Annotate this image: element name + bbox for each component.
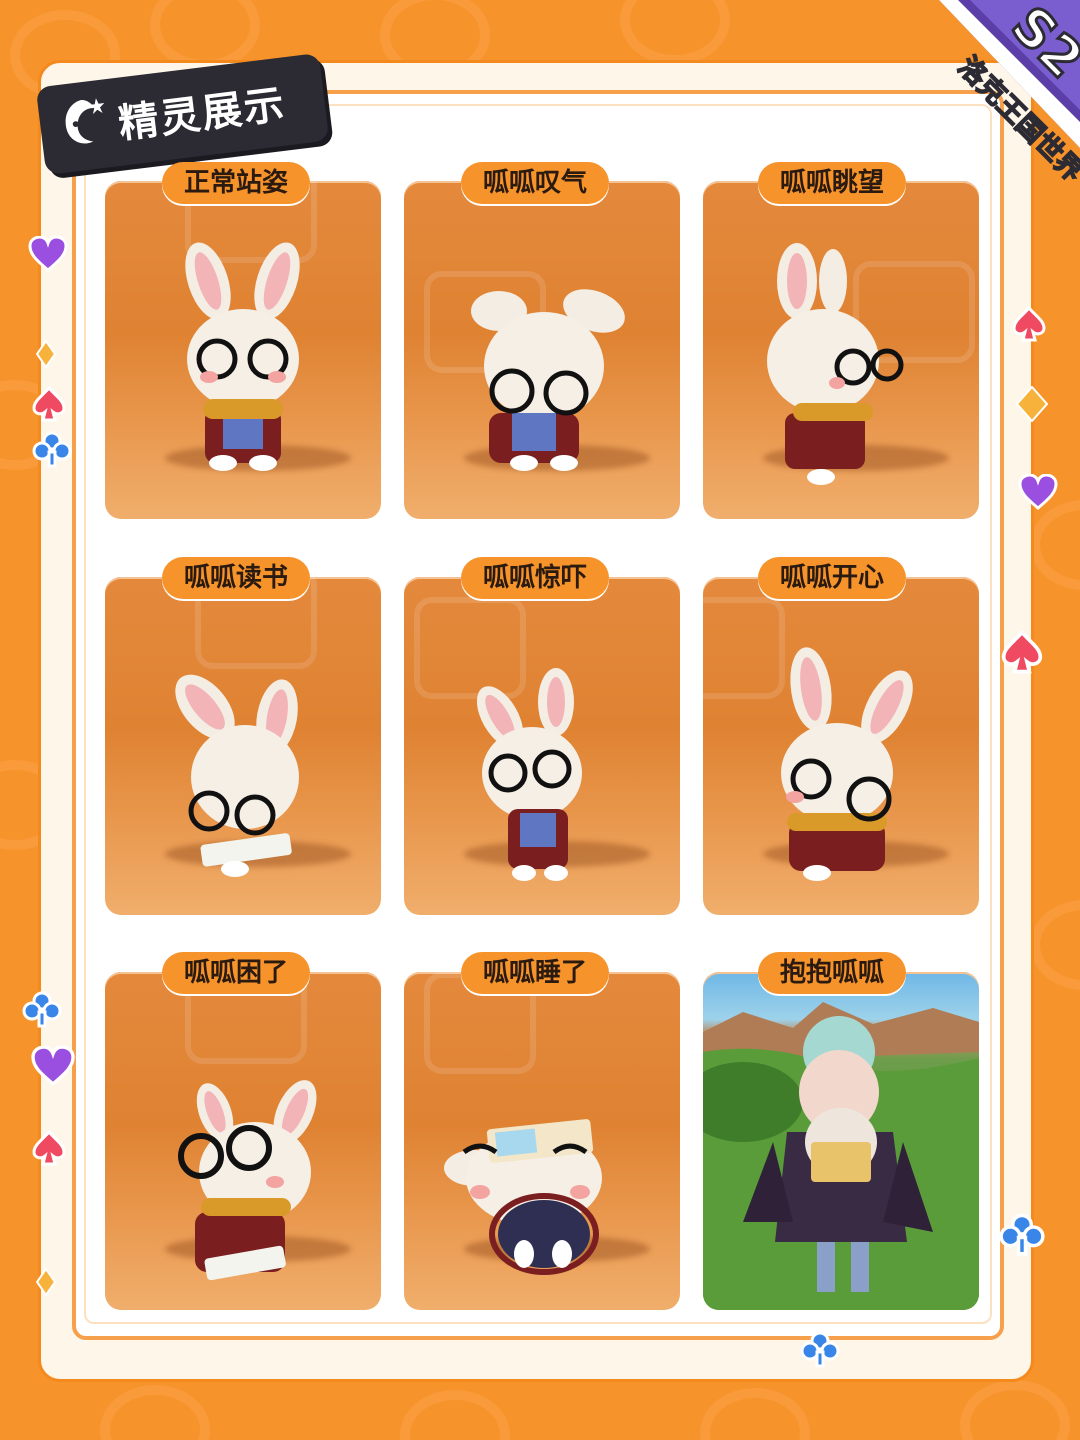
pattern-ring [960, 1380, 1070, 1440]
pose-label: 呱呱睡了 [460, 952, 610, 994]
pattern-ring [1030, 900, 1080, 990]
pose-card [703, 181, 979, 519]
spirit-icon [65, 98, 105, 144]
pose-label: 呱呱惊吓 [460, 557, 610, 599]
diamond-suit-icon [36, 1268, 56, 1296]
bunny-figure [178, 1080, 317, 1281]
pose-label: 呱呱叹气 [460, 162, 610, 204]
club-suit-icon [800, 1331, 840, 1368]
pattern-ring [700, 1388, 810, 1440]
club-suit-icon [32, 431, 72, 468]
bunny-figure [476, 668, 582, 881]
bunny-figure [471, 289, 625, 471]
section-title: 精灵展示 [116, 81, 289, 148]
pose-card [105, 577, 381, 915]
pattern-ring [400, 1390, 510, 1440]
pose-label: 呱呱困了 [161, 952, 311, 994]
spade-suit-icon [1012, 306, 1046, 342]
club-suit-icon [22, 991, 62, 1028]
pose-card [105, 181, 381, 519]
heart-suit-icon [28, 236, 68, 272]
bunny-figure [175, 674, 299, 877]
spade-suit-icon [1001, 630, 1043, 674]
bunny-figure [444, 1119, 602, 1275]
bunny-figure [781, 647, 913, 881]
pose-card [404, 972, 680, 1310]
pattern-ring [100, 1385, 210, 1440]
pose-card [703, 577, 979, 915]
trainer-hugging-bunny-image [703, 1002, 979, 1310]
pose-card [404, 181, 680, 519]
bunny-figure [767, 243, 904, 485]
pose-card-photo [703, 972, 979, 1310]
pose-label: 呱呱读书 [161, 557, 311, 599]
pattern-ring [620, 0, 730, 65]
pose-card [105, 972, 381, 1310]
spade-suit-icon [32, 1130, 66, 1166]
pose-label: 呱呱开心 [757, 557, 907, 599]
heart-suit-icon [31, 1046, 75, 1086]
pose-label: 抱抱呱呱 [757, 952, 907, 994]
diamond-suit-icon [1016, 386, 1048, 422]
diamond-suit-icon [36, 340, 56, 368]
bunny-figure [185, 242, 300, 471]
pose-label: 正常站姿 [161, 162, 311, 204]
pose-card [404, 577, 680, 915]
heart-suit-icon [1018, 474, 1058, 510]
club-suit-icon [999, 1213, 1045, 1256]
pattern-ring [1030, 500, 1080, 590]
pose-label: 呱呱眺望 [757, 162, 907, 204]
spade-suit-icon [32, 386, 66, 422]
